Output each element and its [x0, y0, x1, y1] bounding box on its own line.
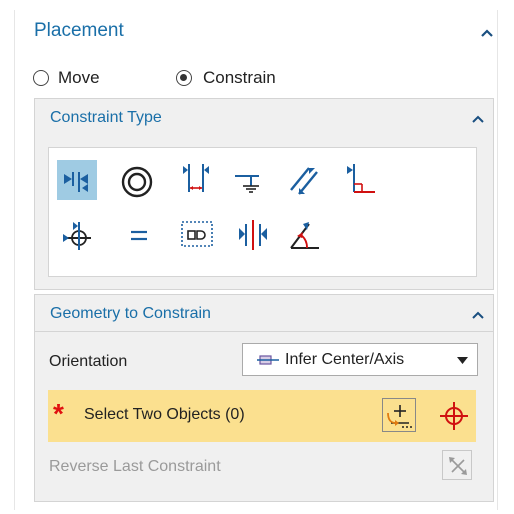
radio-move-label: Move [58, 68, 100, 87]
fit-icon[interactable] [177, 214, 217, 254]
radio-constrain-label: Constrain [203, 68, 276, 87]
reverse-constraint-label: Reverse Last Constraint [49, 458, 221, 475]
orientation-dropdown[interactable]: Infer Center/Axis [242, 343, 478, 376]
touch-align-icon[interactable] [57, 160, 97, 200]
reverse-constraint-button[interactable] [442, 450, 472, 480]
infer-axis-icon [257, 355, 279, 365]
geometry-title: Geometry to Constrain [50, 305, 211, 322]
select-objects-label: Select Two Objects (0) [84, 406, 245, 423]
parallel-icon[interactable] [285, 160, 325, 200]
radio-constrain[interactable] [176, 70, 192, 86]
geometry-header-divider [35, 331, 493, 332]
reverse-icon [449, 457, 467, 475]
center-icon[interactable] [233, 214, 273, 254]
radio-move[interactable] [33, 70, 49, 86]
distance-icon[interactable] [177, 160, 217, 200]
required-marker: * [53, 398, 64, 429]
constraint-type-title: Constraint Type [50, 109, 162, 126]
placement-title: Placement [34, 20, 124, 41]
chevron-down-icon [457, 357, 468, 364]
angle-icon[interactable] [285, 214, 325, 254]
add-set-button[interactable] [382, 398, 416, 432]
concentric-icon[interactable] [119, 160, 159, 200]
align-lock-icon[interactable] [57, 214, 97, 254]
orientation-label: Orientation [49, 353, 128, 370]
constraint-type-collapse-icon[interactable] [471, 114, 485, 124]
equal-icon[interactable] [121, 214, 161, 254]
select-crosshair-button[interactable] [432, 396, 476, 436]
perpendicular-icon[interactable] [341, 160, 381, 200]
constraint-icon-palette [48, 147, 477, 277]
fix-icon[interactable] [229, 160, 269, 200]
geometry-collapse-icon[interactable] [471, 310, 485, 320]
orientation-value: Infer Center/Axis [285, 351, 405, 368]
placement-collapse-icon[interactable] [480, 28, 494, 38]
